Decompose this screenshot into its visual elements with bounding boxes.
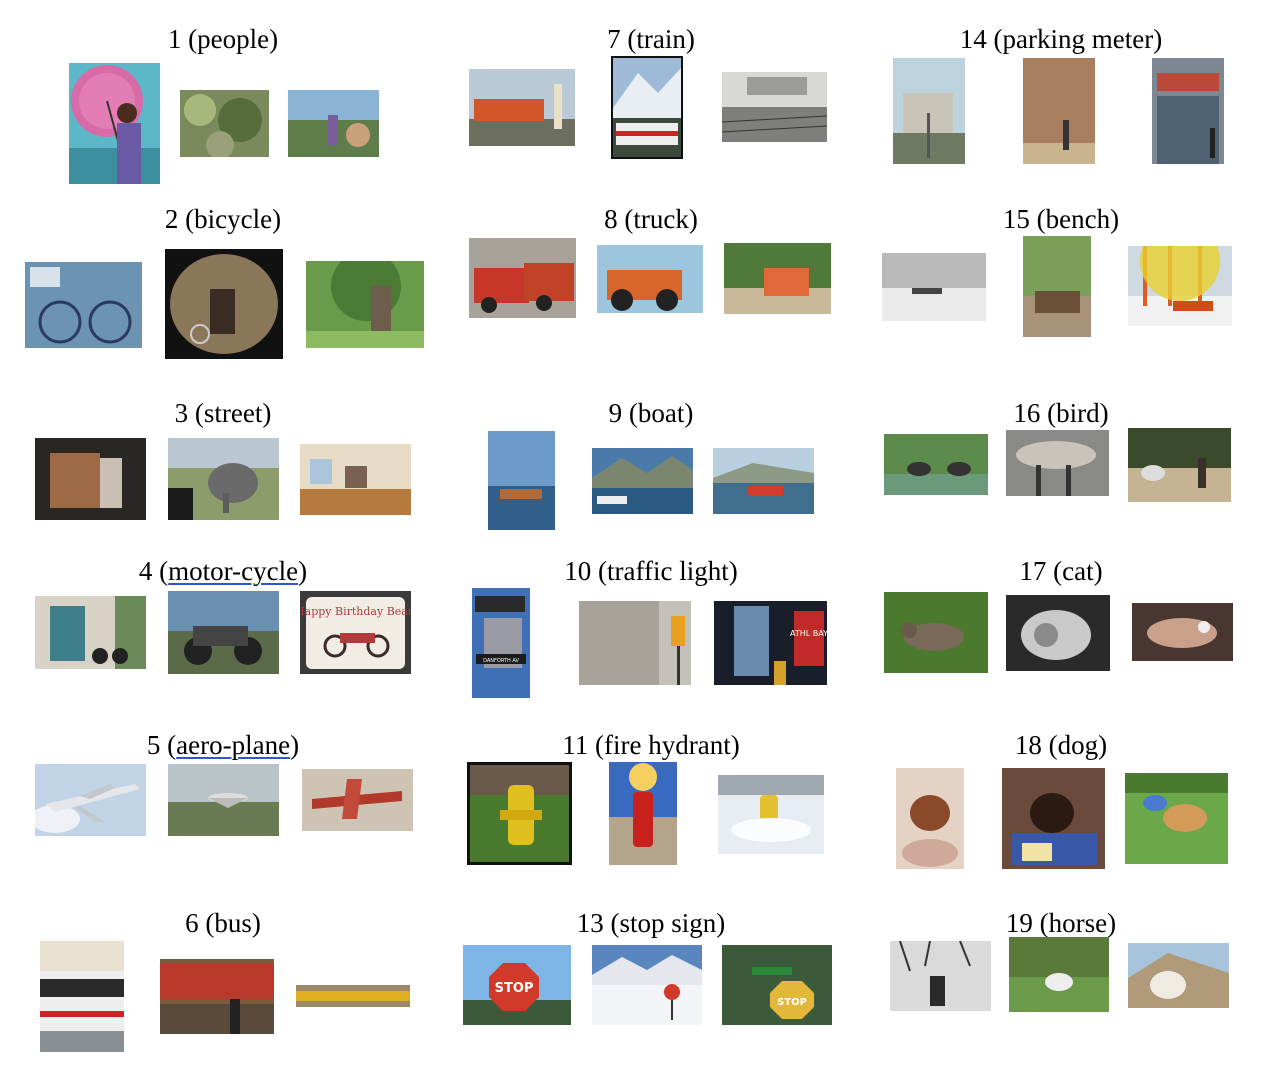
- photo-bicycle-train-interior: [25, 262, 142, 348]
- photo-bus-motion-blur: [160, 959, 274, 1034]
- photo-horse-field: [1009, 937, 1109, 1012]
- stop-sign-text: STOP: [495, 981, 534, 996]
- photo-fire-hydrant-snow: [718, 775, 824, 854]
- photo-traffic-light-street-sign: DANFORTH AV: [472, 588, 530, 698]
- photo-motor-cycle-doorway: [35, 596, 146, 669]
- photo-stop-sign-yellow: STOP: [722, 945, 832, 1025]
- category-label-traffic-light: 10 (traffic light): [564, 556, 738, 586]
- photo-motor-cycle-bmw: [168, 591, 279, 674]
- photo-traffic-light-building: [579, 601, 691, 685]
- photo-train-orange-locomotive: [469, 69, 575, 146]
- photo-people-foliage: [180, 90, 269, 157]
- photo-bench-wooden: [1023, 236, 1091, 337]
- category-label-bench: 15 (bench): [1002, 204, 1120, 234]
- photo-boat-mountain-lake: [592, 448, 693, 514]
- photo-truck-forest-road: [724, 243, 831, 314]
- photo-dog-birthday: [1002, 768, 1105, 869]
- photo-street-empty-room: [300, 444, 411, 515]
- photo-parking-meter-street: [893, 58, 965, 164]
- cake-text: Happy Birthday Beau: [300, 605, 411, 618]
- photo-aero-plane-landing: [168, 764, 279, 836]
- category-label-train: 7 (train): [607, 24, 695, 54]
- photo-cat-grass: [884, 592, 988, 673]
- photo-dog-puppy: [896, 768, 964, 869]
- photo-cat-black-white: [1006, 595, 1110, 671]
- photo-bus-city: [40, 941, 124, 1052]
- photo-people-umbrella-woman: [69, 63, 160, 184]
- category-label-truck: 8 (truck): [604, 204, 698, 234]
- photo-traffic-light-times-square: ATHL BAY: [714, 601, 827, 685]
- photo-horse-statue: [890, 941, 991, 1011]
- photo-aero-plane-red-model: [302, 769, 413, 831]
- photo-stop-sign-pole: STOP: [463, 945, 571, 1025]
- category-label-dog: 18 (dog): [1014, 730, 1108, 760]
- photo-street-elephant: [168, 438, 279, 520]
- category-label-motor-cycle: 4 (motor-cycle): [138, 556, 308, 586]
- photo-stop-sign-snow: [592, 945, 702, 1025]
- photo-bench-orange-trees: [1128, 246, 1232, 326]
- photo-bench-snowy-park: [882, 253, 986, 321]
- category-label-aero-plane: 5 (aero-plane): [146, 730, 300, 760]
- photo-bird-zebra-ostrich: [1128, 428, 1231, 502]
- photo-bicycle-tree: [306, 261, 424, 348]
- category-label-stop-sign: 13 (stop sign): [576, 908, 726, 938]
- photo-people-garden: [288, 90, 379, 157]
- photo-truck-red-fire-trucks: [469, 238, 576, 318]
- stop-sign-yellow-text: STOP: [777, 997, 807, 1008]
- motor-cycle-underlined-term: motor-cycle: [168, 556, 299, 586]
- photo-cat-blanket: [1132, 603, 1233, 661]
- photo-horse-white: [1128, 943, 1229, 1008]
- photo-train-old-station: [722, 72, 827, 142]
- photo-bicycle-shop-front: [165, 249, 283, 359]
- category-label-people: 1 (people): [167, 24, 279, 54]
- aero-plane-underlined-term: aero-plane: [176, 730, 291, 760]
- photo-dog-frisbee: [1125, 773, 1228, 864]
- street-sign-text: DANFORTH AV: [483, 658, 519, 664]
- photo-fire-hydrant-red: [609, 762, 677, 865]
- photo-fire-hydrant-yellow: [467, 762, 572, 865]
- category-label-parking-meter: 14 (parking meter): [959, 24, 1163, 54]
- category-label-street: 3 (street): [174, 398, 272, 428]
- photo-train-mountain: [611, 56, 683, 159]
- billboard-text: ATHL BAY: [790, 629, 827, 638]
- photo-parking-meter-brick-wall: [1023, 58, 1095, 164]
- photo-aero-plane-jumbo: [35, 764, 146, 836]
- photo-street-cabinet: [35, 438, 146, 520]
- category-label-bird: 16 (bird): [1013, 398, 1109, 428]
- category-label-boat: 9 (boat): [608, 398, 694, 428]
- category-label-horse: 19 (horse): [1005, 908, 1117, 938]
- photo-bus-school-buses: [296, 985, 410, 1007]
- category-label-cat: 17 (cat): [1019, 556, 1103, 586]
- photo-boat-speedboat: [713, 448, 814, 514]
- photo-truck-orange-tractor: [597, 245, 703, 313]
- photo-boat-harbor: [488, 431, 555, 530]
- category-label-bus: 6 (bus): [185, 908, 261, 938]
- photo-bird-smokestacks: [1006, 430, 1109, 496]
- photo-parking-meter-shop-front: [1152, 58, 1224, 164]
- category-label-fire-hydrant: 11 (fire hydrant): [562, 730, 740, 760]
- photo-bird-geese: [884, 434, 988, 495]
- category-label-bicycle: 2 (bicycle): [164, 204, 282, 234]
- photo-motor-cycle-birthday-cake: Happy Birthday Beau: [300, 591, 411, 674]
